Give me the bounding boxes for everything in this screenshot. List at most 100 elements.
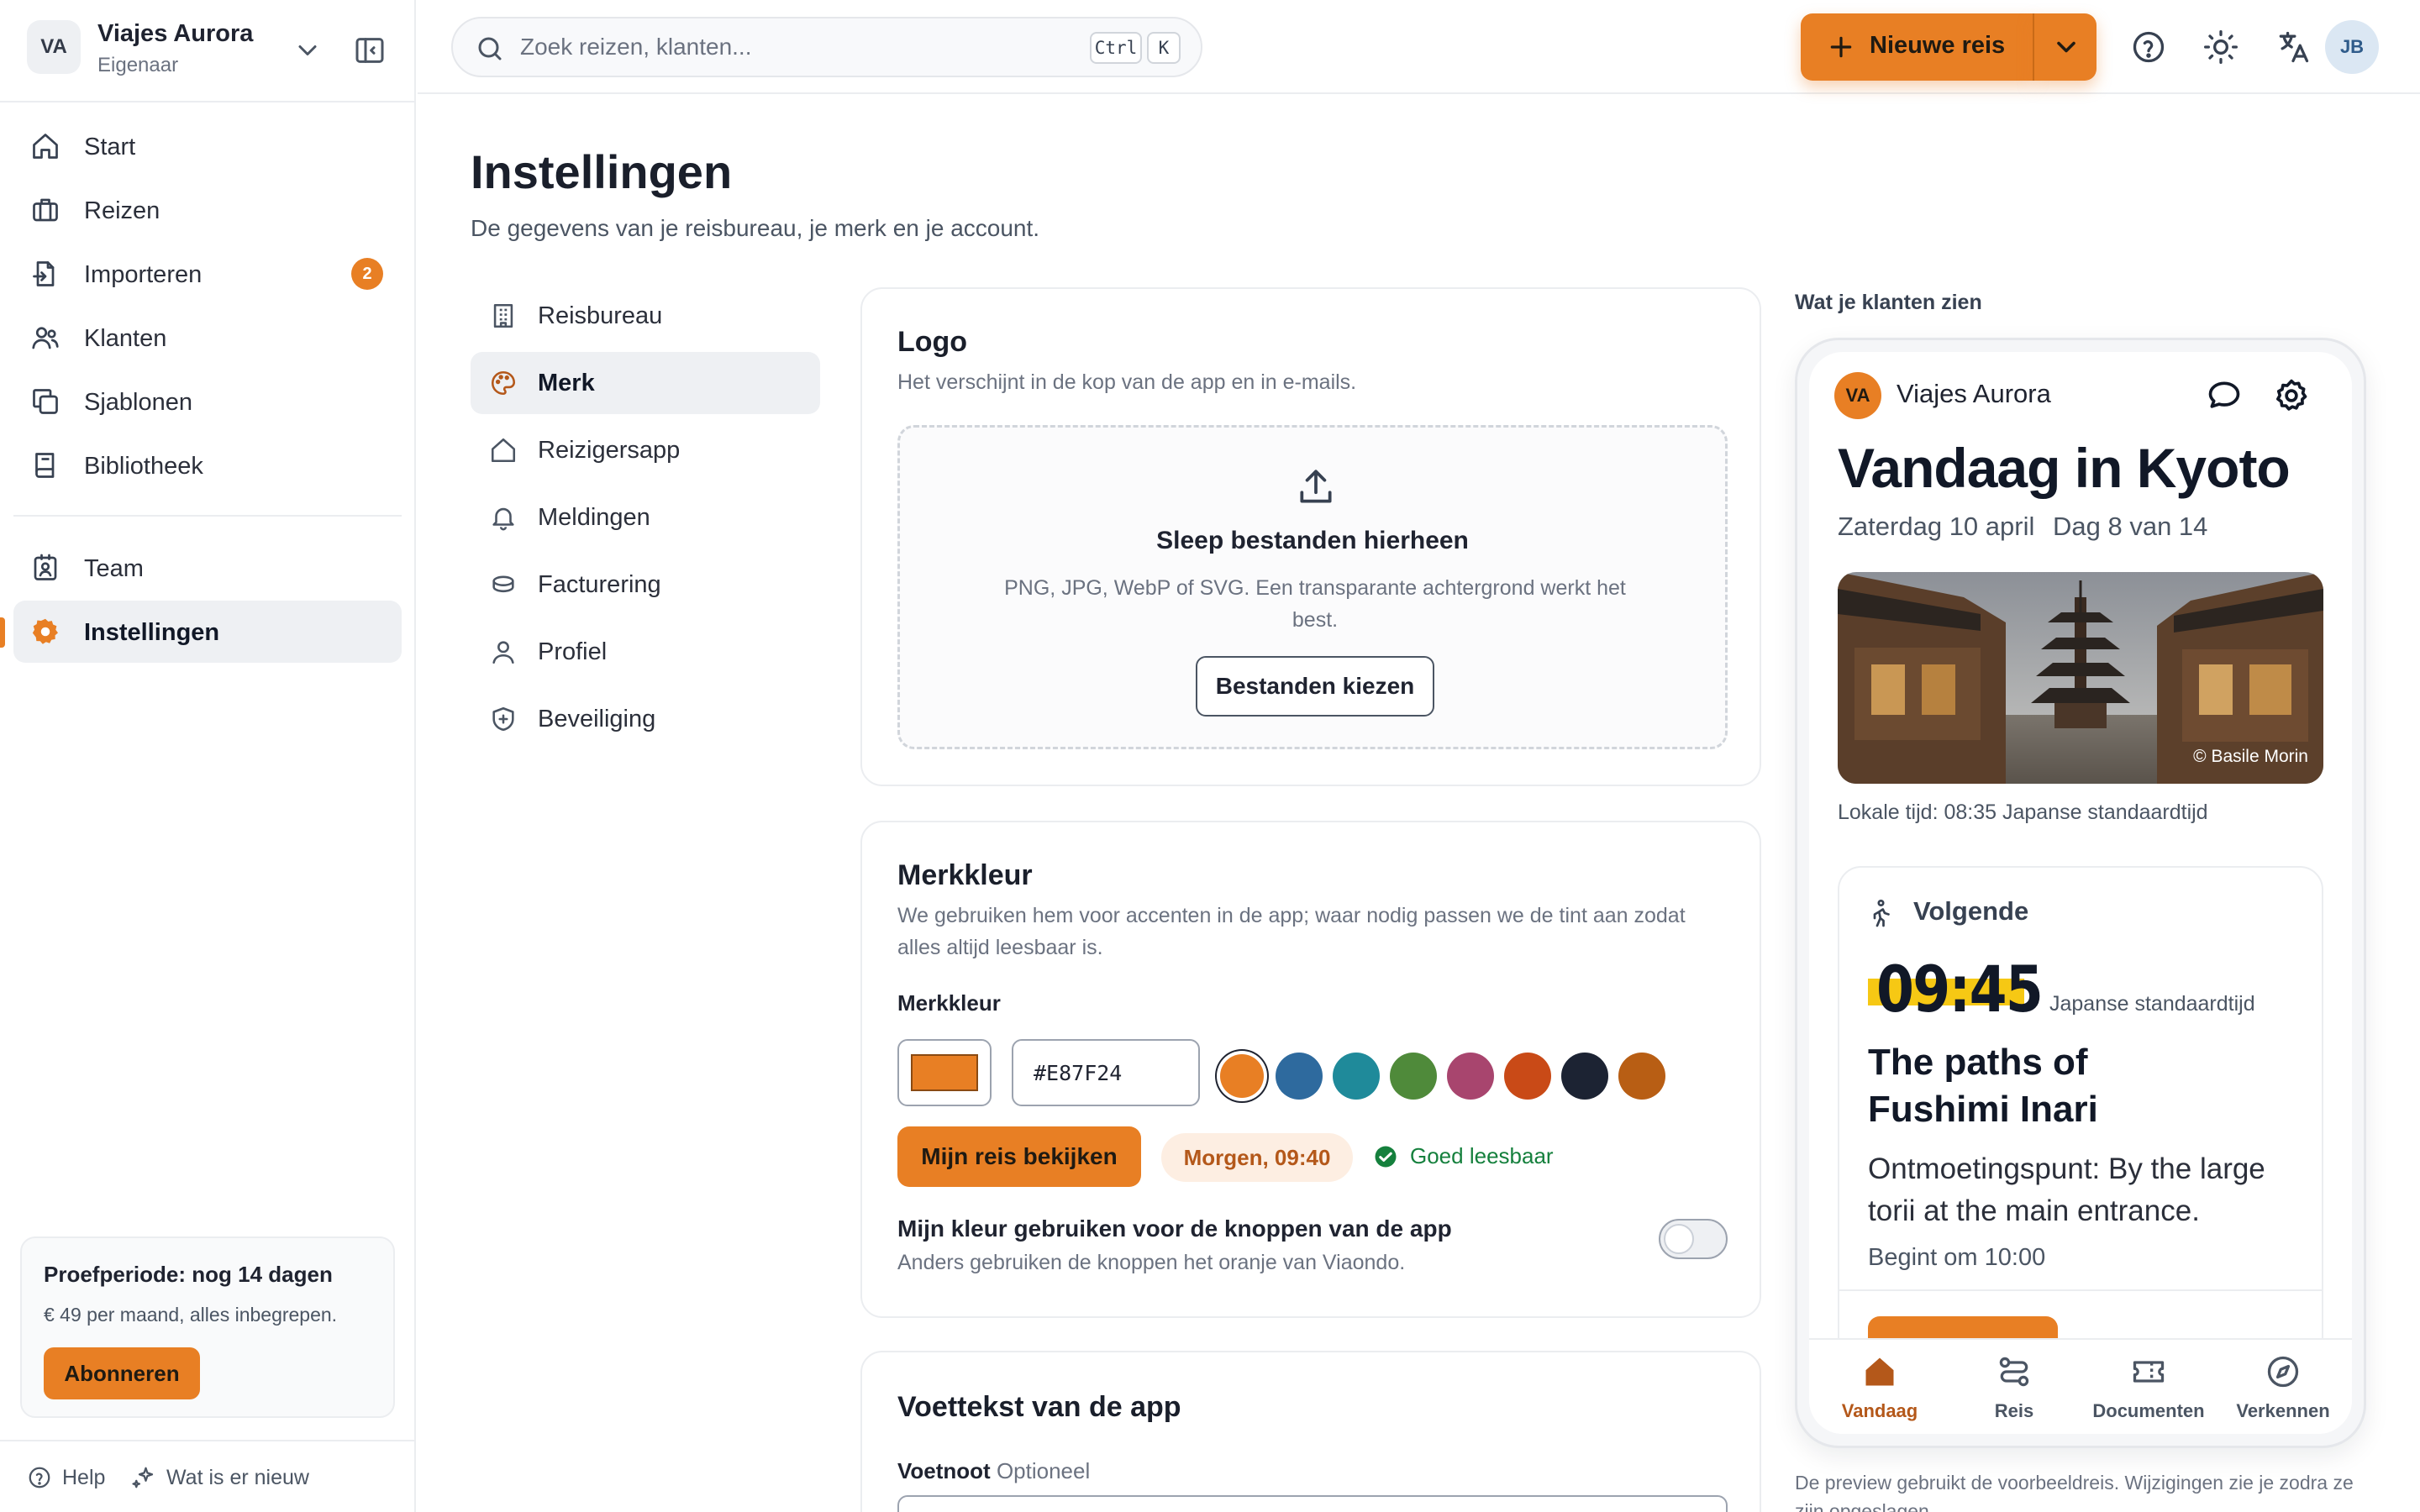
trial-subtitle: € 49 per maand, alles inbegrepen. (44, 1304, 338, 1326)
settings-nav-meldingen[interactable]: Meldingen (471, 486, 820, 549)
upload-icon (1300, 470, 1332, 503)
logo-card-subtitle: Het verschijnt in de kop van de app en i… (897, 370, 1357, 394)
settings-nav-label: Profiel (538, 638, 608, 665)
shield-plus-icon (492, 706, 514, 732)
help-circle-icon (29, 1467, 50, 1488)
hex-color-input[interactable]: #E87F24 (1012, 1039, 1200, 1106)
tab-label: Documenten (2092, 1400, 2205, 1421)
sidebar-item-label: Sjablonen (84, 389, 192, 416)
building-icon (493, 303, 513, 328)
preview-label: Wat je klanten zien (1795, 291, 1982, 314)
agency-avatar: VA (1834, 372, 1881, 419)
settings-nav-label: Beveiliging (538, 706, 656, 732)
sidebar-item-importeren[interactable]: Importeren 2 (13, 243, 402, 305)
trial-title: Proefperiode: nog 14 dagen (44, 1262, 333, 1287)
dropzone-hint: PNG, JPG, WebP of SVG. Een transparante … (1004, 576, 1626, 632)
users-icon (32, 327, 59, 349)
settings-nav-reisbureau[interactable]: Reisbureau (471, 285, 820, 347)
meeting-point: Ontmoetingspunt: By the large torii at t… (1868, 1152, 2265, 1227)
footnote-input[interactable] (897, 1495, 1728, 1512)
settings-gear-icon (32, 618, 58, 644)
sidebar-divider (13, 515, 402, 517)
workspace-role: Eigenaar (97, 54, 179, 76)
logo-dropzone[interactable]: Sleep bestanden hierheen PNG, JPG, WebP … (897, 425, 1728, 749)
home-icon (33, 134, 58, 159)
next-timezone: Japanse standaardtijd (2049, 992, 2255, 1016)
help-label: Help (62, 1465, 106, 1489)
color-swatch[interactable] (1276, 1053, 1323, 1100)
help-link[interactable]: Help (27, 1465, 105, 1490)
new-trip-dropdown-button[interactable] (2033, 13, 2096, 81)
tab-vandaag: Vandaag (1812, 1340, 1947, 1434)
preview-date: Zaterdag 10 april (1838, 512, 2035, 541)
help-circle-icon[interactable] (2130, 29, 2167, 66)
plus-icon (1830, 36, 1852, 58)
shortcut-key-k: K (1147, 32, 1181, 64)
settings-nav-label: Reizigersapp (538, 437, 681, 464)
next-label: Volgende (1913, 896, 2029, 926)
choose-files-button[interactable]: Bestanden kiezen (1196, 656, 1434, 717)
app-tab-bar: Vandaag Reis Documenten Verkennen (1809, 1338, 2352, 1434)
search-input[interactable]: Zoek reizen, klanten... Ctrl K (451, 17, 1202, 77)
walking-person-icon (1873, 899, 1890, 927)
color-picker-button[interactable] (897, 1039, 992, 1106)
color-swatch[interactable] (1618, 1053, 1665, 1100)
subscribe-button[interactable]: Abonneren (44, 1347, 200, 1399)
workspace-name: Viajes Aurora (97, 20, 254, 47)
brand-color-label: Merkkleur (897, 990, 1001, 1016)
sidebar-item-label: Team (84, 555, 144, 582)
new-trip-button[interactable]: Nieuwe reis (1801, 13, 2033, 81)
sidebar-item-sjablonen[interactable]: Sjablonen (13, 370, 402, 433)
phone-preview: VA Viajes Aurora Vandaag in Kyoto Zaterd… (1795, 338, 2366, 1448)
import-count-badge: 2 (351, 258, 383, 290)
settings-nav-merk[interactable]: Merk (471, 352, 820, 414)
contrast-status: Goed leesbaar (1373, 1143, 1554, 1169)
sidebar-item-reizen[interactable]: Reizen (13, 179, 402, 241)
whats-new-link[interactable]: Wat is er nieuw (131, 1465, 309, 1490)
phone-screen: VA Viajes Aurora Vandaag in Kyoto Zaterd… (1809, 352, 2352, 1434)
color-preview-swatch (911, 1054, 978, 1091)
sidebar-item-label: Klanten (84, 325, 167, 352)
color-swatch[interactable] (1504, 1053, 1551, 1100)
color-swatch[interactable] (1390, 1053, 1437, 1100)
tab-label: Vandaag (1841, 1400, 1918, 1421)
footnote-optional: Optioneel (996, 1458, 1091, 1483)
sidebar-item-klanten[interactable]: Klanten (13, 307, 402, 369)
settings-nav-reizigersapp[interactable]: Reizigersapp (471, 419, 820, 481)
settings-nav-beveiliging[interactable]: Beveiliging (471, 688, 820, 750)
sidebar-item-label: Instellingen (84, 619, 220, 646)
settings-nav-facturering[interactable]: Facturering (471, 554, 820, 616)
workspace-switcher[interactable]: VA Viajes Aurora Eigenaar (0, 0, 416, 102)
page-subtitle: De gegevens van je reisbureau, je merk e… (471, 215, 1040, 241)
translate-icon[interactable] (2275, 29, 2312, 66)
color-swatch[interactable] (1447, 1053, 1494, 1100)
use-color-toggle-subtitle: Anders gebruiken de knoppen het oranje v… (897, 1251, 1406, 1274)
palette-icon (491, 370, 516, 396)
color-swatch[interactable] (1561, 1053, 1608, 1100)
settings-nav-label: Merk (538, 370, 595, 396)
whats-new-label: Wat is er nieuw (166, 1465, 309, 1489)
sidebar-item-start[interactable]: Start (13, 115, 402, 177)
sidebar-item-bibliotheek[interactable]: Bibliotheek (13, 434, 402, 496)
agency-name: Viajes Aurora (1897, 379, 2051, 408)
tab-documenten: Documenten (2081, 1340, 2216, 1434)
color-swatch[interactable] (1220, 1054, 1264, 1098)
user-avatar[interactable]: JB (2325, 20, 2379, 74)
color-swatch[interactable] (1333, 1053, 1380, 1100)
sidebar-collapse-icon[interactable] (353, 34, 387, 67)
sun-icon[interactable] (2202, 29, 2239, 66)
tab-verkennen: Verkennen (2216, 1340, 2350, 1434)
settings-nav-label: Facturering (538, 571, 661, 598)
compass-icon (2267, 1356, 2299, 1388)
sidebar-item-team[interactable]: Team (13, 537, 402, 599)
chevron-down-icon (2057, 41, 2075, 53)
use-color-toggle-title: Mijn kleur gebruiken voor de knoppen van… (897, 1215, 1452, 1242)
sidebar-item-instellingen[interactable]: Instellingen (13, 601, 402, 663)
local-time: Lokale tijd: 08:35 Japanse standaardtijd (1838, 801, 2208, 824)
tab-label: Reis (1994, 1400, 2034, 1421)
use-color-toggle[interactable] (1659, 1219, 1728, 1259)
app: VA Viajes Aurora Eigenaar Start Reizen I… (0, 0, 2420, 1512)
chevron-down-icon[interactable] (292, 35, 323, 66)
settings-nav-profiel[interactable]: Profiel (471, 621, 820, 683)
settings-nav-label: Reisbureau (538, 302, 663, 329)
